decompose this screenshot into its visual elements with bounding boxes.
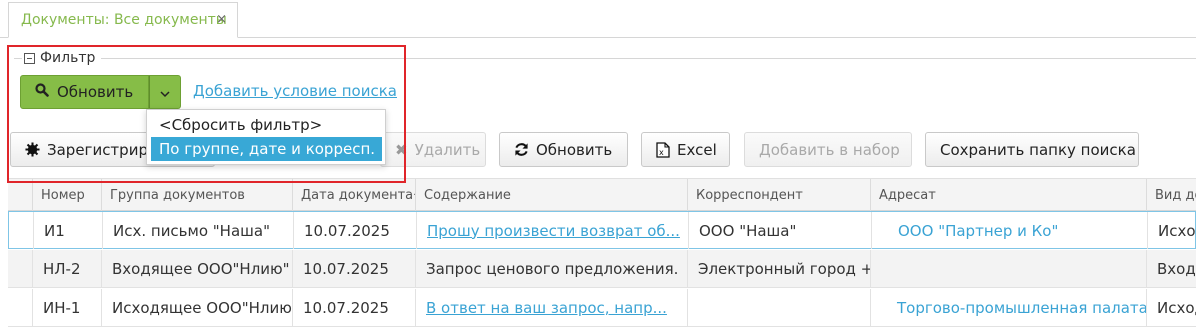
cell-addressee: Торгово-промышленная палата: [870, 289, 1146, 326]
svg-text:x: x: [659, 148, 664, 157]
cell-date: 10.07.2025: [292, 289, 415, 326]
cell-correspondent: Электронный город +: [687, 250, 870, 287]
excel-label: Excel: [677, 140, 717, 159]
cell-kind: Исходя: [1147, 212, 1196, 249]
filter-dropdown-menu: <Сбросить фильтр> По группе, дате и корр…: [146, 109, 386, 165]
chevron-down-icon: [160, 83, 170, 102]
refresh-icon: [514, 142, 529, 157]
cell-correspondent: ООО "Наша": [688, 212, 871, 249]
column-document-kind[interactable]: Вид до: [1146, 179, 1196, 212]
excel-button[interactable]: x Excel: [641, 132, 730, 167]
column-document-date[interactable]: Дата документа ▲: [292, 179, 415, 212]
column-document-group[interactable]: Группа документов: [101, 179, 292, 212]
cell-group: Исходящее ООО"Нлию": [101, 289, 292, 326]
excel-icon: x: [656, 141, 670, 158]
table-header: Номер Группа документов Дата документа ▲…: [8, 178, 1196, 212]
filter-refresh-split-button: Обновить: [20, 75, 181, 109]
cell-content: Запрос ценового предложения.: [415, 250, 687, 287]
menu-item-by-group-date-correspondent[interactable]: По группе, дате и корресп.: [151, 137, 382, 161]
collapse-icon[interactable]: [24, 52, 35, 64]
table-row[interactable]: И1 Исх. письмо "Наша" 10.07.2025 Прошу п…: [8, 211, 1196, 249]
tab-strip: Документы: Все документы ×: [0, 0, 1196, 38]
close-icon[interactable]: ×: [216, 12, 227, 27]
tab-label: Документы: Все документы: [21, 12, 227, 28]
cell-addressee: [870, 250, 1146, 287]
add-to-set-button[interactable]: Добавить в набор: [744, 132, 912, 167]
cell-date: 10.07.2025: [293, 212, 416, 249]
filter-refresh-button[interactable]: Обновить: [20, 75, 149, 109]
menu-item-reset-filter[interactable]: <Сбросить фильтр>: [151, 113, 322, 137]
cell-number: И1: [33, 212, 102, 249]
add-search-condition-link[interactable]: Добавить условие поиска: [193, 82, 397, 100]
delete-label: Удалить: [414, 140, 481, 159]
refresh-label: Обновить: [536, 140, 613, 159]
cell-number: НЛ-2: [32, 250, 101, 287]
cell-correspondent: [687, 289, 870, 326]
filter-legend[interactable]: Фильтр: [22, 50, 102, 66]
save-search-folder-label: Сохранить папку поиска: [940, 140, 1136, 159]
filter-divider: [14, 58, 1196, 59]
column-document-date-label: Дата документа: [301, 188, 414, 203]
column-number[interactable]: Номер: [32, 179, 101, 212]
delete-icon: ✖: [395, 140, 408, 159]
cell-kind: Входя: [1146, 250, 1196, 287]
cell-kind: Исходя: [1146, 289, 1196, 326]
cell-date: 10.07.2025: [292, 250, 415, 287]
cell-content-link[interactable]: В ответ на ваш запрос, напр...: [415, 289, 687, 326]
delete-button[interactable]: ✖ Удалить: [380, 132, 486, 167]
tab-all-documents[interactable]: Документы: Все документы ×: [8, 2, 238, 38]
column-addressee[interactable]: Адресат: [870, 179, 1146, 212]
gear-icon: [25, 142, 40, 157]
save-search-folder-button[interactable]: Сохранить папку поиска: [925, 132, 1139, 167]
search-icon: [35, 83, 49, 101]
table-row[interactable]: НЛ-2 Входящее ООО"Нлию" 10.07.2025 Запро…: [8, 250, 1196, 288]
filter-title: Фильтр: [40, 50, 96, 66]
cell-group: Входящее ООО"Нлию": [101, 250, 292, 287]
filter-refresh-dropdown-toggle[interactable]: [149, 75, 181, 109]
filter-refresh-label: Обновить: [57, 83, 134, 101]
documents-table: Номер Группа документов Дата документа ▲…: [8, 178, 1196, 330]
cell-number: ИН-1: [32, 289, 101, 326]
cell-content-link[interactable]: Прошу произвести возврат об...: [416, 212, 688, 249]
add-to-set-label: Добавить в набор: [759, 140, 900, 159]
column-content[interactable]: Содержание: [415, 179, 687, 212]
cell-addressee: ООО "Партнер и Ко": [871, 212, 1147, 249]
refresh-button[interactable]: Обновить: [499, 132, 628, 167]
cell-group: Исх. письмо "Наша": [102, 212, 293, 249]
column-correspondent[interactable]: Корреспондент: [687, 179, 870, 212]
table-row[interactable]: ИН-1 Исходящее ООО"Нлию" 10.07.2025 В от…: [8, 289, 1196, 327]
